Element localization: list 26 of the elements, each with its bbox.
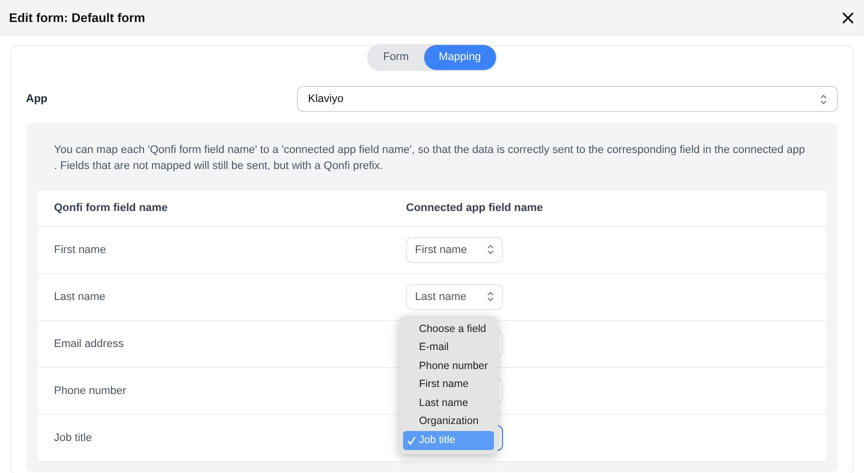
app-select[interactable]: Klaviyo bbox=[297, 86, 838, 112]
dialog-title: Edit form: Default form bbox=[9, 10, 146, 27]
updown-icon bbox=[487, 291, 494, 302]
updown-icon bbox=[487, 244, 494, 256]
field-name: Email address bbox=[53, 336, 125, 352]
field-select[interactable]: First name bbox=[406, 236, 503, 263]
field-name: First name bbox=[53, 242, 107, 258]
field-name: Phone number bbox=[53, 384, 128, 399]
updown-icon bbox=[820, 94, 827, 104]
menu-item[interactable]: First name bbox=[403, 376, 494, 394]
close-button[interactable] bbox=[841, 11, 855, 25]
menu-item[interactable]: Organization bbox=[403, 412, 494, 432]
menu-item[interactable]: Phone number bbox=[403, 357, 494, 376]
app-label: App bbox=[26, 92, 48, 107]
menu-item[interactable]: E-mail bbox=[403, 338, 494, 358]
column-header: Connected app field name bbox=[406, 201, 543, 216]
menu-item[interactable]: Choose a field bbox=[403, 320, 494, 339]
tab[interactable]: Mapping bbox=[424, 45, 496, 70]
tab[interactable]: Form bbox=[368, 45, 424, 70]
menu-item[interactable]: Last name bbox=[403, 394, 494, 413]
field-name: Last name bbox=[53, 290, 106, 305]
column-header: Qonfi form field name bbox=[53, 201, 169, 216]
info-text: You can map each 'Qonfi form field name' to a 'connected app field name', so that the data is correctly sent to the corresponding field in the connected app . Fields that are not mapped will still be sent, but with a Qonfi prefix. bbox=[53, 143, 806, 174]
field-name: Job title bbox=[53, 430, 93, 446]
field-select[interactable]: Last name bbox=[406, 284, 503, 310]
checkmark-icon bbox=[407, 436, 416, 446]
